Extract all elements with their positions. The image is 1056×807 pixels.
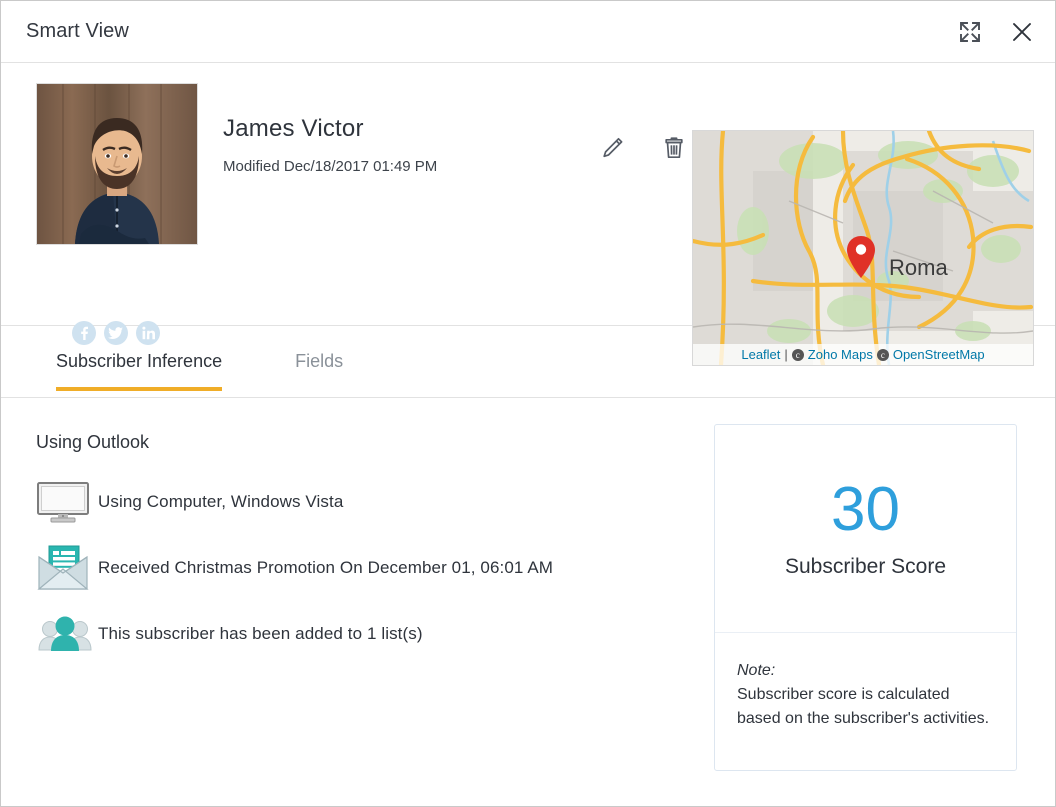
tab-label: Subscriber Inference (56, 351, 223, 371)
score-value: 30 (831, 474, 900, 544)
note-title: Note: (737, 662, 776, 679)
titlebar-actions (955, 1, 1037, 62)
inference-list: Using Outlook Using Computer, Windows Vi… (36, 432, 676, 667)
close-icon[interactable] (1007, 17, 1037, 47)
smart-view-dialog: Smart View James Victor Modified Dec/18/… (0, 0, 1056, 807)
map-pin-icon (847, 236, 875, 278)
page-title: Smart View (26, 20, 129, 42)
tab-fields[interactable]: Fields (295, 326, 343, 398)
newsletter-envelope-icon (36, 543, 98, 593)
list-item-label: Received Christmas Promotion On December… (98, 558, 554, 577)
subscriber-score-card: 30 Subscriber Score Note: Subscriber sco… (714, 424, 1017, 771)
edit-icon[interactable] (597, 133, 627, 163)
score-note: Note: Subscriber score is calculated bas… (715, 633, 1016, 731)
modified-timestamp: Modified Dec/18/2017 01:49 PM (223, 158, 438, 175)
list-item-label: Using Computer, Windows Vista (98, 492, 344, 511)
profile-section: James Victor Modified Dec/18/2017 01:49 … (1, 63, 1055, 366)
delete-icon[interactable] (659, 133, 689, 163)
dialog-titlebar: Smart View (1, 1, 1055, 63)
record-actions (597, 133, 689, 163)
expand-arrows-icon[interactable] (955, 17, 985, 47)
monitor-icon (36, 481, 98, 523)
svg-text:Roma: Roma (889, 255, 948, 280)
tab-subscriber-inference[interactable]: Subscriber Inference (56, 326, 223, 398)
identity-block: James Victor Modified Dec/18/2017 01:49 … (223, 115, 437, 175)
person-name: James Victor (223, 115, 364, 142)
tab-label: Fields (295, 351, 344, 371)
list-item: This subscriber has been added to 1 list… (36, 601, 676, 667)
inference-heading: Using Outlook (36, 432, 150, 452)
people-group-icon (36, 614, 98, 654)
list-item-label: This subscriber has been added to 1 list… (98, 624, 423, 643)
list-item: Received Christmas Promotion On December… (36, 535, 676, 601)
score-label: Subscriber Score (784, 554, 947, 578)
list-item: Using Computer, Windows Vista (36, 469, 676, 535)
note-text: Subscriber score is calculated based on … (737, 686, 990, 727)
score-summary: 30 Subscriber Score (715, 425, 1016, 633)
tab-bar: Subscriber Inference Fields (1, 326, 1055, 398)
avatar (36, 83, 198, 245)
